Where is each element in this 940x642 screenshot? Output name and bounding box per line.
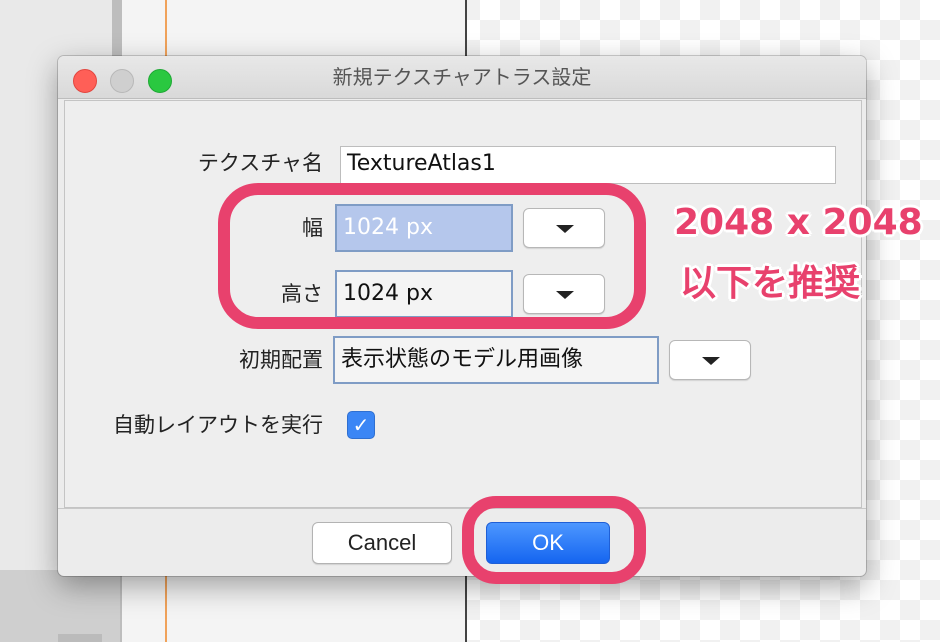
initial-layout-label: 初期配置 <box>239 348 323 372</box>
chevron-down-icon <box>702 357 720 365</box>
dialog-title: 新規テクスチャアトラス設定 <box>332 65 592 89</box>
texture-name-label: テクスチャ名 <box>197 151 323 175</box>
zoom-window-button[interactable] <box>148 69 172 93</box>
close-window-button[interactable] <box>73 69 97 93</box>
auto-layout-label: 自動レイアウトを実行 <box>113 413 323 437</box>
checkmark-icon: ✓ <box>352 413 370 437</box>
size-annotation-ring <box>218 183 646 329</box>
texture-name-input[interactable]: TextureAtlas1 <box>340 146 836 184</box>
auto-layout-checkbox[interactable]: ✓ <box>347 411 375 439</box>
initial-layout-dropdown-button[interactable] <box>669 340 751 380</box>
ok-annotation-ring <box>462 496 646 584</box>
minimize-window-button[interactable] <box>110 69 134 93</box>
background-bottom-box <box>58 634 102 642</box>
annotation-size-text: 2048 x 2048 <box>674 202 923 243</box>
button-divider <box>58 508 866 509</box>
initial-layout-combo[interactable]: 表示状態のモデル用画像 <box>333 336 659 384</box>
dialog-titlebar[interactable]: 新規テクスチャアトラス設定 <box>58 56 866 99</box>
cancel-button[interactable]: Cancel <box>312 522 452 564</box>
annotation-recommend-text: 以下を推奨 <box>680 263 861 304</box>
background-bottom-panel <box>0 570 120 642</box>
